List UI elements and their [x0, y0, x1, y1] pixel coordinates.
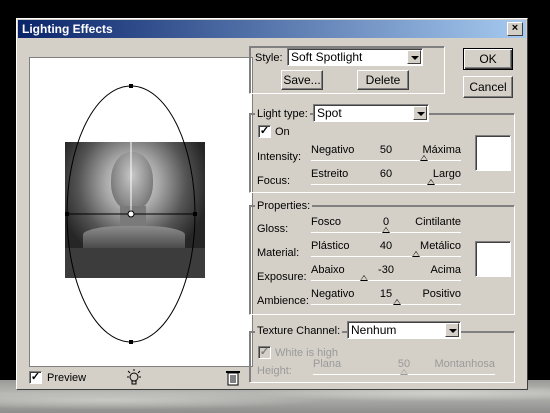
ambience-min: Negativo [311, 288, 355, 300]
ambience-label: Ambience: [257, 295, 309, 307]
material-thumb[interactable] [412, 251, 420, 257]
focus-min: Estreito [311, 168, 349, 180]
style-value: Soft Spotlight [291, 50, 363, 64]
focus-value: 60 [379, 168, 393, 180]
close-icon[interactable]: × [507, 22, 523, 36]
chevron-down-icon [413, 106, 427, 120]
chevron-down-icon [445, 323, 459, 337]
light-type-dropdown[interactable]: Spot [313, 104, 429, 122]
ambience-thumb[interactable] [393, 299, 402, 305]
material-min: Plástico [311, 240, 350, 252]
light-type-value: Spot [317, 106, 342, 120]
style-dropdown[interactable]: Soft Spotlight [287, 48, 423, 66]
ellipse-handle-bottom [129, 340, 133, 344]
preview-label: Preview [47, 372, 87, 384]
intensity-min: Negativo [311, 144, 355, 156]
light-on-checkbox[interactable]: ✓ [258, 125, 271, 138]
gloss-max: Cintilante [415, 216, 461, 228]
title-bar: Lighting Effects × [18, 20, 526, 38]
height-label: Height: [257, 365, 292, 377]
focus-label: Focus: [257, 175, 291, 187]
material-max: Metálico [420, 240, 461, 252]
ok-button[interactable]: OK [463, 48, 513, 70]
save-button[interactable]: Save... [281, 70, 323, 90]
light-color-swatch[interactable] [475, 135, 511, 171]
height-max: Montanhosa [434, 358, 495, 370]
focus-thumb[interactable] [427, 179, 435, 185]
exposure-min: Abaixo [311, 264, 345, 276]
delete-button[interactable]: Delete [357, 70, 409, 90]
light-bulb-icon[interactable] [125, 369, 143, 387]
exposure-slider[interactable]: Abaixo -30 Acima [311, 264, 461, 286]
intensity-thumb[interactable] [419, 155, 428, 161]
exposure-max: Acima [430, 264, 461, 276]
properties-label: Properties: [255, 199, 313, 213]
property-color-swatch[interactable] [475, 241, 511, 277]
exposure-value: -30 [378, 264, 394, 276]
exposure-label: Exposure: [257, 271, 307, 283]
ambience-max: Positivo [422, 288, 461, 300]
height-min: Plana [313, 358, 342, 370]
intensity-value: 50 [379, 144, 393, 156]
material-value: 40 [379, 240, 393, 252]
white-is-high-checkbox[interactable]: ✓ [258, 346, 271, 359]
focus-max: Largo [432, 168, 461, 180]
ellipse-handle-left [65, 212, 69, 216]
cancel-button[interactable]: Cancel [463, 76, 513, 98]
ellipse-handle-right [193, 212, 197, 216]
texture-channel-value: Nenhum [351, 323, 397, 337]
ambience-slider[interactable]: Negativo 15 Positivo [311, 288, 461, 310]
texture-channel-label: Texture Channel: [255, 324, 343, 338]
height-thumb[interactable] [400, 369, 408, 375]
intensity-label: Intensity: [257, 151, 302, 163]
window-title: Lighting Effects [22, 22, 113, 36]
trash-icon[interactable] [225, 369, 241, 386]
chevron-down-icon [407, 50, 421, 64]
gloss-min: Fosco [311, 216, 341, 228]
preview-pane[interactable] [29, 57, 253, 367]
light-on-label: On [275, 126, 290, 138]
material-slider[interactable]: Plástico 40 Metálico [311, 240, 461, 262]
light-center-handle [127, 210, 135, 218]
intensity-slider[interactable]: Negativo 50 Máxima [311, 144, 461, 166]
gloss-label: Gloss: [257, 223, 289, 235]
gloss-slider[interactable]: Fosco 0 Cintilante [311, 216, 461, 238]
material-label: Material: [257, 247, 300, 259]
lighting-effects-dialog: Lighting Effects × ✓ Preview Style: Soft… [16, 18, 528, 390]
intensity-max: Máxima [422, 144, 461, 156]
gloss-thumb[interactable] [382, 227, 390, 233]
texture-channel-dropdown[interactable]: Nenhum [347, 321, 461, 339]
light-ellipse-overlay[interactable] [30, 58, 254, 368]
ellipse-handle-top [129, 84, 133, 88]
style-label: Style: [255, 52, 283, 64]
preview-checkbox[interactable]: ✓ [29, 371, 42, 384]
height-slider[interactable]: Plana 50 Montanhosa [313, 358, 495, 380]
exposure-thumb[interactable] [359, 275, 368, 281]
focus-slider[interactable]: Estreito 60 Largo [311, 168, 461, 190]
light-type-label: Light type: [255, 107, 310, 121]
